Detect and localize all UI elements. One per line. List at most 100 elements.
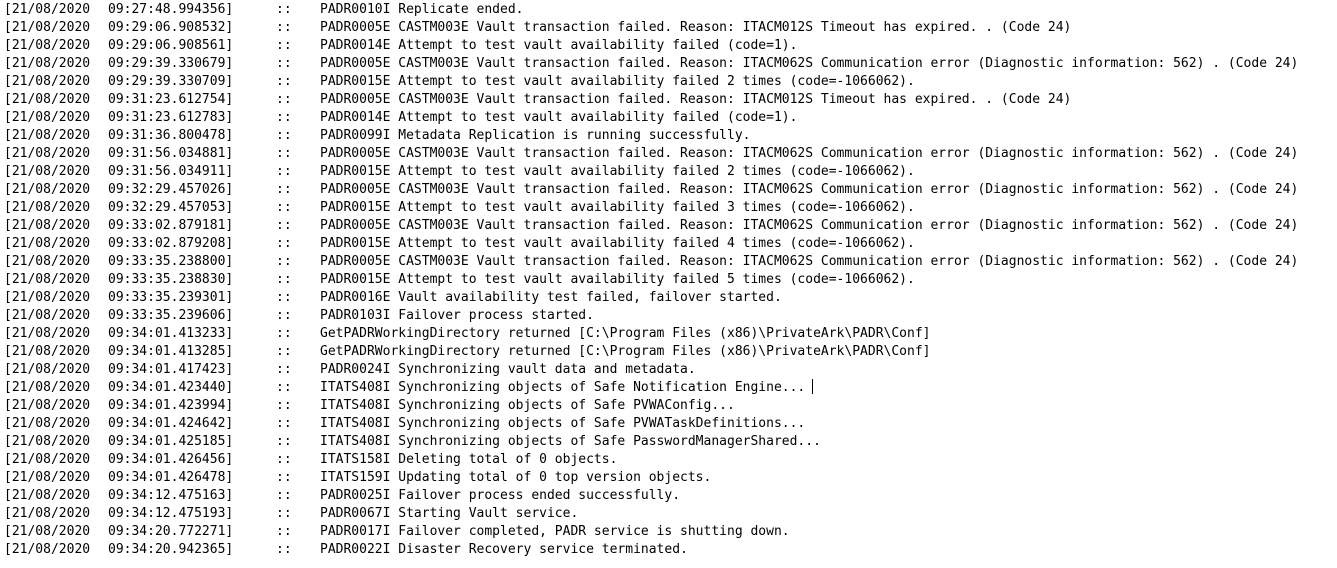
log-line: [21/08/2020 09:32:29.457026]:: PADR0005E C… xyxy=(0,181,1337,199)
log-line: [21/08/2020 09:33:35.238800]:: PADR0005E C… xyxy=(0,253,1337,271)
log-time: 09:34:01.426456] xyxy=(108,452,234,467)
log-line: [21/08/2020 09:33:35.238830]:: PADR0015E A… xyxy=(0,271,1337,289)
log-line: [21/08/2020 09:34:12.475163]:: PADR0025I F… xyxy=(0,487,1337,505)
log-time: 09:34:01.426478] xyxy=(108,470,234,485)
log-time: 09:34:01.424642] xyxy=(108,416,234,431)
log-separator: :: xyxy=(276,218,292,233)
log-line: [21/08/2020 09:34:01.413285]:: GetPADRWork… xyxy=(0,343,1337,361)
log-separator: :: xyxy=(276,254,292,269)
log-date: [21/08/2020 xyxy=(4,56,91,71)
log-line: [21/08/2020 09:31:23.612783]:: PADR0014E A… xyxy=(0,109,1337,127)
log-message: PADR0005E CASTM003E Vault transaction fa… xyxy=(320,182,1299,197)
log-time: 09:29:06.908561] xyxy=(108,38,234,53)
log-message: ITATS408I Synchronizing objects of Safe … xyxy=(320,434,821,449)
log-separator: :: xyxy=(276,2,292,17)
log-date: [21/08/2020 xyxy=(4,524,91,539)
log-date: [21/08/2020 xyxy=(4,236,91,251)
log-time: 09:34:01.417423] xyxy=(108,362,234,377)
log-message: PADR0015E Attempt to test vault availabi… xyxy=(320,74,915,89)
log-message: PADR0015E Attempt to test vault availabi… xyxy=(320,236,915,251)
log-time: 09:33:35.239606] xyxy=(108,308,234,323)
log-separator: :: xyxy=(276,542,292,557)
log-separator: :: xyxy=(276,200,292,215)
log-message: GetPADRWorkingDirectory returned [C:\Pro… xyxy=(320,326,931,341)
log-separator: :: xyxy=(276,236,292,251)
log-line: [21/08/2020 09:29:06.908532]:: PADR0005E C… xyxy=(0,19,1337,37)
log-time: 09:29:39.330709] xyxy=(108,74,234,89)
log-separator: :: xyxy=(276,344,292,359)
log-date: [21/08/2020 xyxy=(4,506,91,521)
log-time: 09:34:20.772271] xyxy=(108,524,234,539)
log-line: [21/08/2020 09:34:01.425185]:: ITATS408I S… xyxy=(0,433,1337,451)
log-line: [21/08/2020 09:29:39.330679]:: PADR0005E C… xyxy=(0,55,1337,73)
log-message: PADR0015E Attempt to test vault availabi… xyxy=(320,272,915,287)
log-separator: :: xyxy=(276,38,292,53)
log-line: [21/08/2020 09:34:01.423994]:: ITATS408I S… xyxy=(0,397,1337,415)
log-time: 09:31:23.612754] xyxy=(108,92,234,107)
log-date: [21/08/2020 xyxy=(4,290,91,305)
log-line: [21/08/2020 09:34:01.426478]:: ITATS159I U… xyxy=(0,469,1337,487)
log-message: ITATS408I Synchronizing objects of Safe … xyxy=(320,380,806,395)
log-time: 09:31:36.800478] xyxy=(108,128,234,143)
log-message: PADR0014E Attempt to test vault availabi… xyxy=(320,38,798,53)
log-date: [21/08/2020 xyxy=(4,200,91,215)
log-date: [21/08/2020 xyxy=(4,452,91,467)
log-time: 09:34:01.423994] xyxy=(108,398,234,413)
log-message: PADR0014E Attempt to test vault availabi… xyxy=(320,110,798,125)
log-separator: :: xyxy=(276,92,292,107)
log-separator: :: xyxy=(276,272,292,287)
log-date: [21/08/2020 xyxy=(4,308,91,323)
log-time: 09:27:48.994356] xyxy=(108,2,234,17)
log-text-area[interactable]: [21/08/2020 09:27:48.994356]:: PADR0010I R… xyxy=(0,0,1337,568)
log-date: [21/08/2020 xyxy=(4,416,91,431)
log-message: PADR0022I Disaster Recovery service term… xyxy=(320,542,688,557)
log-line: [21/08/2020 09:34:01.413233]:: GetPADRWork… xyxy=(0,325,1337,343)
log-separator: :: xyxy=(276,506,292,521)
log-date: [21/08/2020 xyxy=(4,380,91,395)
log-line: [21/08/2020 09:29:39.330709]:: PADR0015E A… xyxy=(0,73,1337,91)
log-message: PADR0005E CASTM003E Vault transaction fa… xyxy=(320,146,1299,161)
log-time: 09:34:01.425185] xyxy=(108,434,234,449)
log-time: 09:32:29.457053] xyxy=(108,200,234,215)
log-date: [21/08/2020 xyxy=(4,74,91,89)
log-date: [21/08/2020 xyxy=(4,542,91,557)
log-message: PADR0024I Synchronizing vault data and m… xyxy=(320,362,696,377)
log-message: PADR0017I Failover completed, PADR servi… xyxy=(320,524,790,539)
log-date: [21/08/2020 xyxy=(4,110,91,125)
log-date: [21/08/2020 xyxy=(4,488,91,503)
log-date: [21/08/2020 xyxy=(4,434,91,449)
log-separator: :: xyxy=(276,488,292,503)
log-message: PADR0016E Vault availability test failed… xyxy=(320,290,782,305)
log-separator: :: xyxy=(276,56,292,71)
log-date: [21/08/2020 xyxy=(4,146,91,161)
log-separator: :: xyxy=(276,362,292,377)
log-message: PADR0103I Failover process started. xyxy=(320,308,594,323)
log-date: [21/08/2020 xyxy=(4,128,91,143)
log-line: [21/08/2020 09:34:20.942365]:: PADR0022I D… xyxy=(0,541,1337,559)
log-date: [21/08/2020 xyxy=(4,362,91,377)
log-time: 09:34:01.423440] xyxy=(108,380,234,395)
log-date: [21/08/2020 xyxy=(4,38,91,53)
log-time: 09:33:02.879208] xyxy=(108,236,234,251)
log-time: 09:34:01.413233] xyxy=(108,326,234,341)
log-line: [21/08/2020 09:33:35.239606]:: PADR0103I F… xyxy=(0,307,1337,325)
log-line: [21/08/2020 09:34:01.426456]:: ITATS158I D… xyxy=(0,451,1337,469)
log-time: 09:33:35.238830] xyxy=(108,272,234,287)
log-line: [21/08/2020 09:31:36.800478]:: PADR0099I M… xyxy=(0,127,1337,145)
log-separator: :: xyxy=(276,524,292,539)
log-line: [21/08/2020 09:31:23.612754]:: PADR0005E C… xyxy=(0,91,1337,109)
log-message: PADR0005E CASTM003E Vault transaction fa… xyxy=(320,20,1072,35)
log-separator: :: xyxy=(276,326,292,341)
log-line: [21/08/2020 09:34:01.423440]:: ITATS408I S… xyxy=(0,379,1337,397)
text-cursor xyxy=(812,379,813,394)
log-time: 09:29:39.330679] xyxy=(108,56,234,71)
log-message: PADR0025I Failover process ended success… xyxy=(320,488,681,503)
log-date: [21/08/2020 xyxy=(4,272,91,287)
log-date: [21/08/2020 xyxy=(4,218,91,233)
log-message: PADR0067I Starting Vault service. xyxy=(320,506,579,521)
log-date: [21/08/2020 xyxy=(4,398,91,413)
log-time: 09:31:23.612783] xyxy=(108,110,234,125)
log-separator: :: xyxy=(276,146,292,161)
log-line: [21/08/2020 09:32:29.457053]:: PADR0015E A… xyxy=(0,199,1337,217)
log-separator: :: xyxy=(276,182,292,197)
